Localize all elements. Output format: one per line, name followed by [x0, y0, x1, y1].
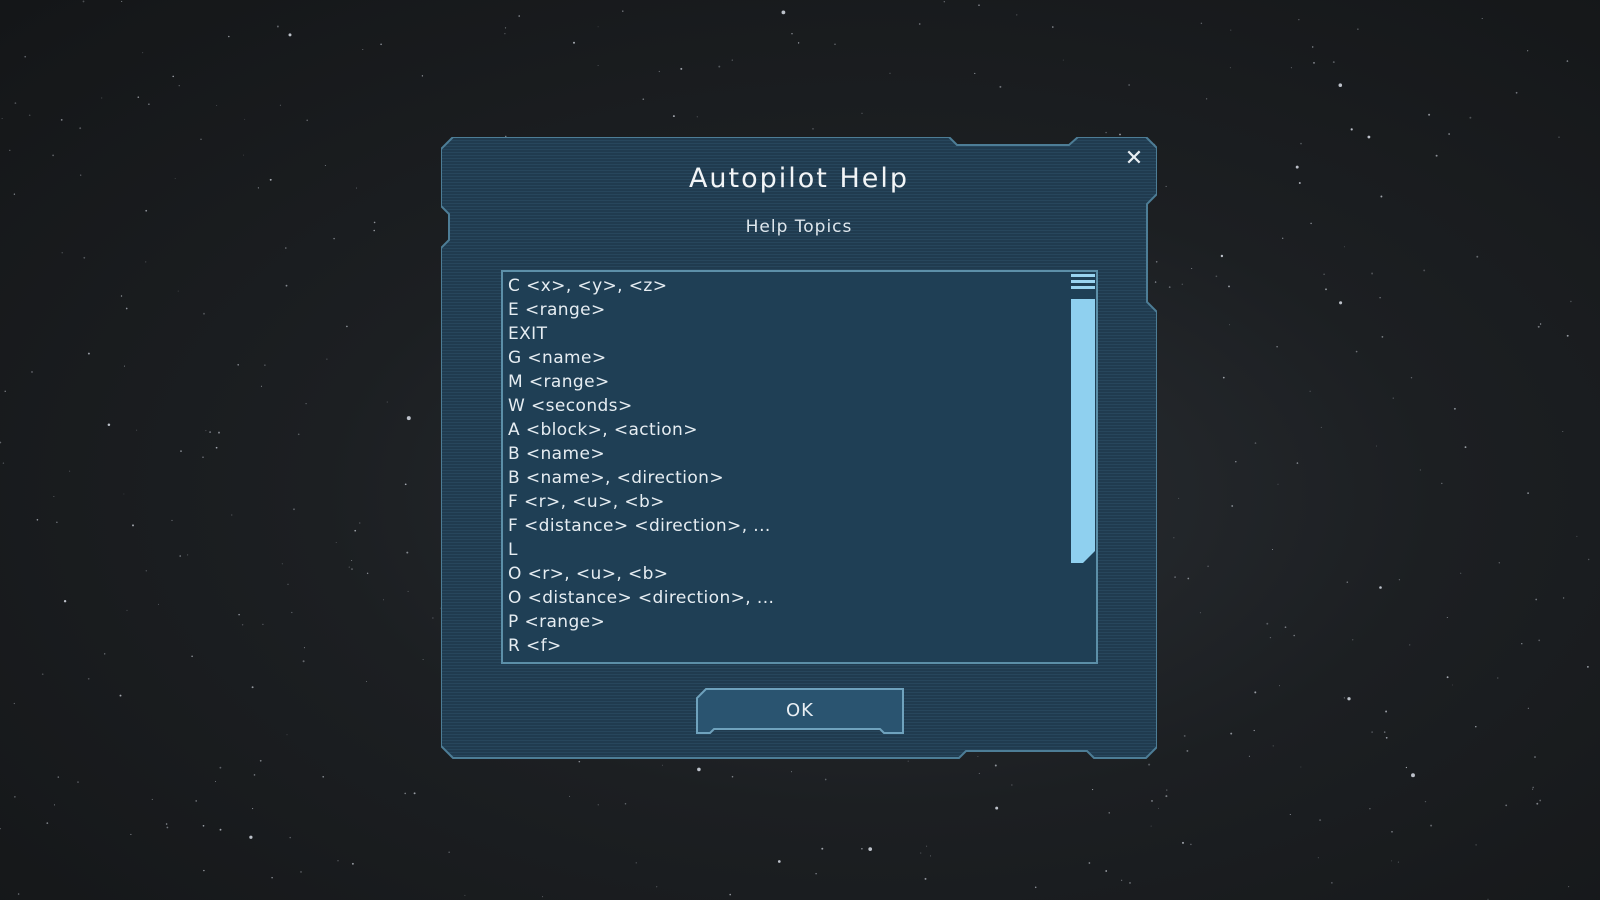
scrollbar[interactable]: [1070, 272, 1096, 662]
help-topic-item[interactable]: E <range>: [508, 298, 1096, 322]
ok-button-label: OK: [786, 700, 814, 721]
help-topic-item[interactable]: M <range>: [508, 370, 1096, 394]
help-topic-item[interactable]: R <f>, <r>: [508, 658, 1096, 662]
help-topic-item[interactable]: B <name>: [508, 442, 1096, 466]
help-topic-item[interactable]: O <r>, <u>, <b>: [508, 562, 1096, 586]
ok-button[interactable]: OK: [696, 688, 904, 734]
help-topics-label: Help Topics: [745, 217, 853, 237]
help-topic-item[interactable]: A <block>, <action>: [508, 418, 1096, 442]
help-topic-item[interactable]: P <range>: [508, 610, 1096, 634]
help-topic-item[interactable]: C <x>, <y>, <z>: [508, 274, 1096, 298]
help-topic-item[interactable]: F <r>, <u>, <b>: [508, 490, 1096, 514]
help-topic-item[interactable]: W <seconds>: [508, 394, 1096, 418]
scroll-grip-icon: [1071, 274, 1095, 296]
help-topics-items: C <x>, <y>, <z> E <range> EXIT G <name> M <r…: [503, 272, 1096, 662]
help-topics-list[interactable]: C <x>, <y>, <z> E <range> EXIT G <name> M <r…: [501, 270, 1098, 664]
scrollbar-thumb[interactable]: [1071, 299, 1097, 563]
help-topic-item[interactable]: O <distance> <direction>, ...: [508, 586, 1096, 610]
help-topic-item[interactable]: L: [508, 538, 1096, 562]
autopilot-help-dialog: ✕ Autopilot Help Help Topics C <x>, <y>,…: [441, 137, 1157, 763]
help-topic-item[interactable]: F <distance> <direction>, ...: [508, 514, 1096, 538]
dialog-title: Autopilot Help: [688, 163, 910, 194]
help-topic-item[interactable]: G <name>: [508, 346, 1096, 370]
help-topic-item[interactable]: B <name>, <direction>: [508, 466, 1096, 490]
help-topic-item[interactable]: R <f>: [508, 634, 1096, 658]
help-topic-item[interactable]: EXIT: [508, 322, 1096, 346]
